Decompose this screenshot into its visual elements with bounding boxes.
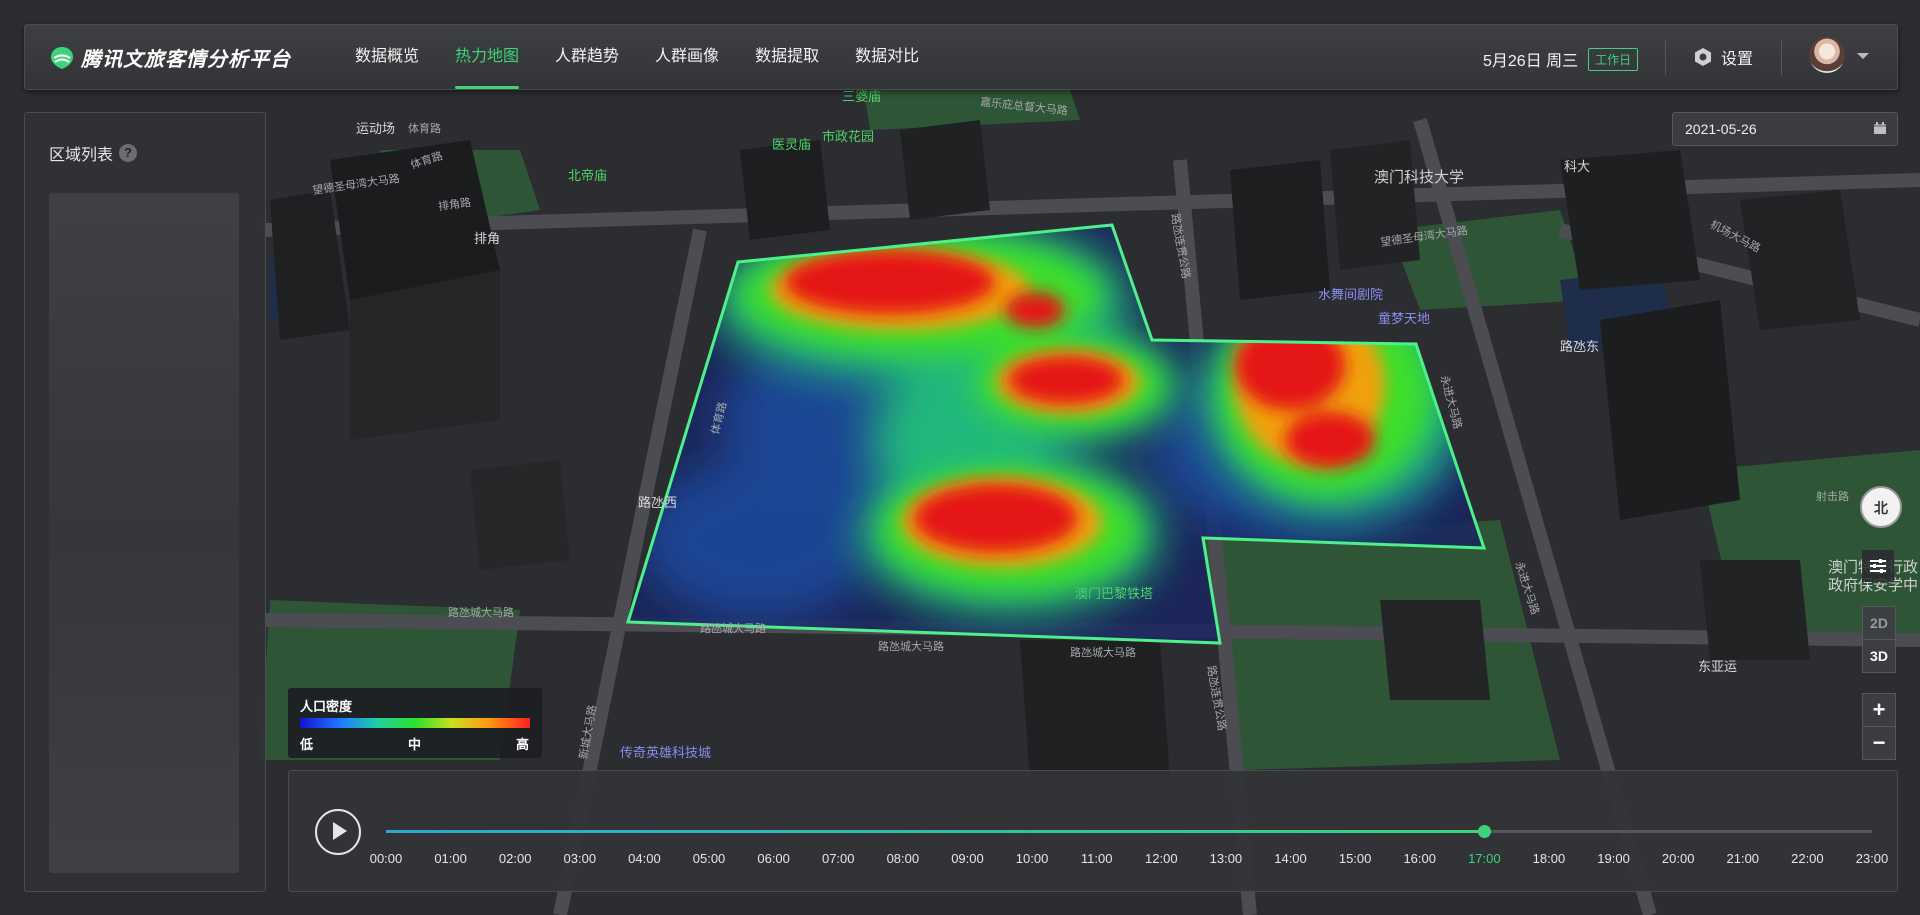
legend-title: 人口密度	[300, 699, 353, 714]
main-nav: 数据概览 热力地图 人群趋势 人群画像 数据提取 数据对比	[337, 25, 937, 89]
map-label: 科大	[1564, 159, 1591, 174]
top-bar: 腾讯文旅客情分析平台 数据概览 热力地图 人群趋势 人群画像 数据提取 数据对比…	[24, 24, 1898, 90]
map-label: 路氹城大马路	[448, 607, 514, 619]
map-label: 路氹东	[1560, 339, 1600, 354]
date-picker-value: 2021-05-26	[1685, 121, 1757, 137]
timeline-tick[interactable]: 13:00	[1201, 851, 1251, 866]
map-label: 澳门巴黎铁塔	[1075, 586, 1154, 601]
timeline-tick[interactable]: 19:00	[1589, 851, 1639, 866]
timeline-handle[interactable]	[1478, 825, 1492, 838]
region-list-panel: 区域列表 ?	[24, 112, 266, 892]
density-legend: 人口密度 低 中 高	[288, 688, 542, 758]
timeline-tick[interactable]: 03:00	[555, 851, 605, 866]
map-label: 东亚运	[1698, 659, 1738, 674]
timeline-tick[interactable]: 12:00	[1136, 851, 1186, 866]
timeline-ticks: 00:00 01:00 02:00 03:00 04:00 05:00 06:00 07:00…	[370, 851, 1889, 871]
region-list-label: 区域列表	[49, 147, 114, 164]
legend-high: 高	[516, 737, 530, 752]
timeline-tick[interactable]: 23:00	[1847, 851, 1897, 866]
settings-button[interactable]: 设置	[1693, 45, 1753, 69]
app-logo[interactable]: 腾讯文旅客情分析平台	[49, 43, 291, 72]
timeline-tick[interactable]: 11:00	[1072, 851, 1122, 866]
timeline-tick[interactable]: 01:00	[426, 851, 476, 866]
timeline-tick[interactable]: 09:00	[942, 851, 992, 866]
nav-item-heatmap[interactable]: 热力地图	[437, 25, 537, 89]
map-label: 水舞间剧院	[1318, 287, 1384, 302]
legend-mid: 中	[408, 737, 422, 752]
divider	[1665, 39, 1666, 75]
nav-item-portrait[interactable]: 人群画像	[637, 25, 737, 89]
workday-badge: 工作日	[1588, 47, 1639, 71]
map-label: 路氹城大马路	[700, 623, 766, 635]
zoom-out-button[interactable]: −	[1862, 726, 1896, 760]
timeline-tick[interactable]: 06:00	[749, 851, 799, 866]
timeline-tick[interactable]: 04:00	[619, 851, 669, 866]
timeline-tick[interactable]: 07:00	[813, 851, 863, 866]
nav-item-trend[interactable]: 人群趋势	[537, 25, 637, 89]
timeline-tick[interactable]: 14:00	[1266, 851, 1316, 866]
current-date: 5月26日 周三 工作日	[1483, 47, 1639, 71]
map-label: 澳门科技大学	[1374, 169, 1465, 186]
date-picker[interactable]: 2021-05-26	[1672, 112, 1898, 146]
calendar-icon	[1874, 122, 1886, 134]
gear-icon	[1695, 48, 1711, 66]
layers-icon[interactable]	[1862, 550, 1894, 582]
compass-button[interactable]: 北	[1860, 486, 1902, 528]
legend-low: 低	[300, 737, 314, 752]
mode-3d-button[interactable]: 3D	[1862, 639, 1896, 673]
timeline-tick[interactable]: 18:00	[1524, 851, 1574, 866]
app-title: 腾讯文旅客情分析平台	[81, 49, 291, 71]
nav-item-overview[interactable]: 数据概览	[337, 25, 437, 89]
map-label: 路氹城大马路	[1070, 647, 1136, 659]
timeline-progress	[386, 830, 1485, 833]
zoom-in-button[interactable]: +	[1862, 693, 1896, 727]
map-label: 路氹城大马路	[878, 641, 944, 653]
divider	[1781, 39, 1782, 75]
map-label: 射击路	[1816, 491, 1849, 503]
legend-gradient	[300, 718, 530, 728]
timeline-tick[interactable]: 10:00	[1007, 851, 1057, 866]
settings-label: 设置	[1721, 51, 1754, 68]
mode-2d-button[interactable]: 2D	[1862, 606, 1896, 640]
chevron-down-icon[interactable]	[1857, 53, 1869, 59]
map-label: 市政花园	[822, 129, 875, 144]
logo-icon	[51, 46, 73, 69]
help-icon[interactable]: ?	[119, 144, 138, 162]
avatar[interactable]	[1809, 37, 1845, 73]
timeline-tick[interactable]: 20:00	[1653, 851, 1703, 866]
map-label: 运动场	[356, 121, 396, 136]
timeline-tick[interactable]: 16:00	[1395, 851, 1445, 866]
map-label: 排角	[474, 231, 501, 246]
timeline-tick[interactable]: 05:00	[684, 851, 734, 866]
region-list-content	[49, 193, 239, 873]
timeline-panel: 00:00 01:00 02:00 03:00 04:00 05:00 06:00 07:00…	[288, 770, 1898, 892]
nav-item-extract[interactable]: 数据提取	[737, 25, 837, 89]
map-label: 童梦天地	[1378, 311, 1431, 326]
map-label: 传奇英雄科技城	[620, 745, 712, 760]
timeline-tick[interactable]: 08:00	[878, 851, 928, 866]
play-button[interactable]	[315, 809, 361, 855]
map-label: 医灵庙	[772, 137, 812, 152]
date-label: 5月26日 周三	[1483, 53, 1579, 70]
timeline-tick[interactable]: 02:00	[490, 851, 540, 866]
map-label: 北帝庙	[568, 168, 608, 183]
timeline-tick[interactable]: 17:00	[1459, 851, 1509, 866]
timeline-tick[interactable]: 22:00	[1782, 851, 1832, 866]
map-label: 体育路	[408, 123, 441, 135]
timeline-tick[interactable]: 00:00	[361, 851, 411, 866]
map-label: 路氹西	[638, 495, 678, 510]
timeline-tick[interactable]: 21:00	[1718, 851, 1768, 866]
nav-item-compare[interactable]: 数据对比	[837, 25, 937, 89]
timeline-track[interactable]	[386, 825, 1872, 838]
timeline-tick[interactable]: 15:00	[1330, 851, 1380, 866]
region-list-title: 区域列表 ?	[49, 141, 138, 165]
